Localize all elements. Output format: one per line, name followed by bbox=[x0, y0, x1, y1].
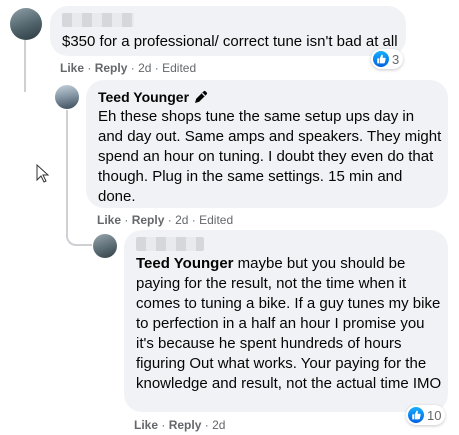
avatar[interactable] bbox=[93, 234, 117, 258]
comment-text: Eh these shops tune the same setup ups d… bbox=[98, 108, 442, 205]
thread-curve bbox=[66, 230, 92, 246]
reply-button[interactable]: Reply bbox=[132, 213, 165, 227]
author-badge-icon bbox=[193, 89, 209, 105]
author-name[interactable] bbox=[62, 13, 134, 27]
timestamp[interactable]: 2d bbox=[212, 418, 225, 432]
comment-actions: Like · Reply · 2d · Edited bbox=[97, 213, 234, 227]
timestamp[interactable]: 2d bbox=[175, 213, 188, 227]
comment-bubble: Teed Younger Eh these shops tune the sam… bbox=[86, 80, 448, 208]
comment-bubble: $350 for a professional/ correct tune is… bbox=[50, 6, 406, 56]
mouse-cursor-icon bbox=[36, 163, 50, 189]
like-reaction-icon bbox=[373, 51, 389, 67]
like-button[interactable]: Like bbox=[60, 61, 84, 75]
edited-label: Edited bbox=[162, 61, 197, 75]
like-button[interactable]: Like bbox=[134, 418, 158, 432]
edited-label: Edited bbox=[199, 213, 234, 227]
mention-link[interactable]: Teed Younger bbox=[136, 255, 234, 272]
author-name[interactable]: Teed Younger bbox=[98, 88, 189, 106]
comment-text: Teed Younger maybe but you should be pay… bbox=[136, 255, 442, 392]
thread-line-root bbox=[24, 40, 26, 92]
reaction-count[interactable]: 3 bbox=[371, 49, 404, 69]
like-reaction-icon bbox=[408, 407, 424, 423]
thread-line-reply bbox=[66, 110, 68, 230]
reply-button[interactable]: Reply bbox=[169, 418, 202, 432]
author-name[interactable] bbox=[136, 237, 204, 251]
comment-actions: Like · Reply · 2d · Edited bbox=[60, 61, 197, 75]
like-button[interactable]: Like bbox=[97, 213, 121, 227]
reaction-count[interactable]: 10 bbox=[406, 405, 446, 425]
reply-button[interactable]: Reply bbox=[95, 61, 128, 75]
author-row: Teed Younger bbox=[98, 88, 209, 106]
avatar[interactable] bbox=[10, 8, 42, 40]
avatar[interactable] bbox=[55, 85, 79, 109]
comment-actions: Like · Reply · 2d bbox=[134, 418, 226, 432]
comment-bubble: Teed Younger maybe but you should be pay… bbox=[124, 230, 448, 412]
comment-text: $350 for a professional/ correct tune is… bbox=[62, 33, 398, 50]
timestamp[interactable]: 2d bbox=[138, 61, 151, 75]
